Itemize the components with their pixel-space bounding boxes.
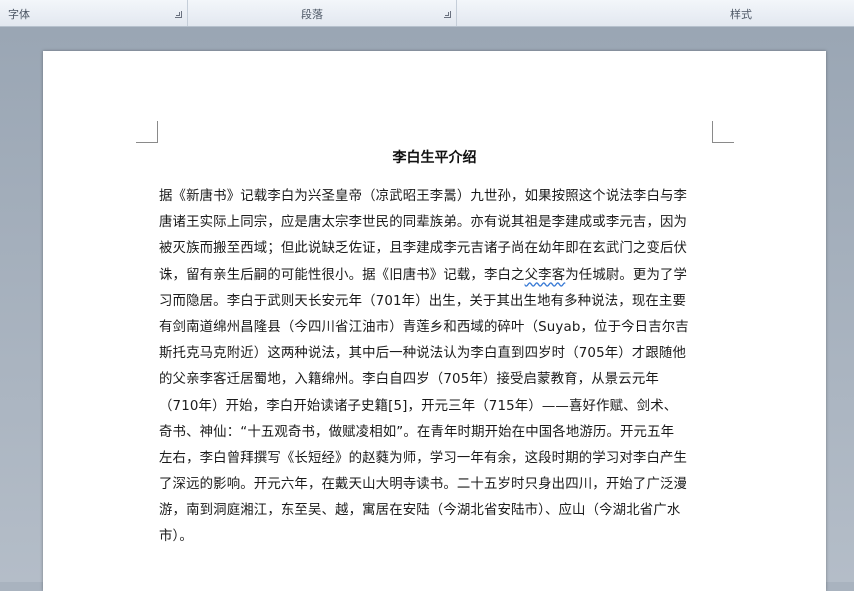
body-line[interactable]: 习而隐居。李白于武则天长安元年（701年）出生，关于其出生地有多种说法，现在主要 — [159, 289, 719, 315]
font-dialog-launcher-icon[interactable] — [175, 11, 182, 18]
ribbon-group-labels: 字体 段落 样式 — [0, 0, 854, 27]
body-line[interactable]: 奇书、神仙：“十五观奇书，做赋凌相如”。在青年时期开始在中国各地游历。开元五年 — [159, 420, 719, 446]
ribbon-group-paragraph: 段落 — [188, 0, 457, 26]
ribbon-group-paragraph-label: 段落 — [301, 8, 323, 21]
body-line-segment[interactable]: 诛，留有亲生后嗣的可能性很小。据《旧唐书》记载，李白之 — [159, 268, 525, 283]
grammar-flagged-phrase[interactable]: 父李客 — [525, 268, 566, 283]
body-line[interactable]: 了深远的影响。开元六年，在戴天山大明寺读书。二十五岁时只身出四川，开始了广泛漫 — [159, 472, 719, 498]
body-line[interactable]: （710年）开始，李白开始读诸子史籍[5]，开元三年（715年）——喜好作赋、剑… — [159, 394, 719, 420]
body-line-segment[interactable]: 为任城尉。更为了学 — [565, 268, 687, 283]
ribbon-group-styles-label: 样式 — [730, 8, 752, 21]
body-line[interactable]: 据《新唐书》记载李白为兴圣皇帝（凉武昭王李暠）九世孙，如果按照这个说法李白与李 — [159, 184, 719, 210]
body-line[interactable]: 斯托克马克附近）这两种说法，其中后一种说法认为李白直到四岁时（705年）才跟随他 — [159, 341, 719, 367]
ribbon-group-font: 字体 — [0, 0, 188, 26]
paragraph-dialog-launcher-icon[interactable] — [444, 11, 451, 18]
body-line[interactable]: 游，南到洞庭湘江，东至吴、越，寓居在安陆（今湖北省安陆市）、应山（今湖北省广水 — [159, 498, 719, 524]
document-workspace[interactable]: 李白生平介绍 据《新唐书》记载李白为兴圣皇帝（凉武昭王李暠）九世孙，如果按照这个… — [0, 27, 854, 591]
document-page[interactable]: 李白生平介绍 据《新唐书》记载李白为兴圣皇帝（凉武昭王李暠）九世孙，如果按照这个… — [43, 51, 826, 591]
document-body[interactable]: 据《新唐书》记载李白为兴圣皇帝（凉武昭王李暠）九世孙，如果按照这个说法李白与李 … — [159, 184, 719, 551]
body-line[interactable]: 唐诸王实际上同宗，应是唐太宗李世民的同辈族弟。亦有说其祖是李建成或李元吉，因为 — [159, 210, 719, 236]
margin-corner-mark-top-right — [712, 121, 734, 143]
body-line[interactable]: 有剑南道绵州昌隆县（今四川省江油市）青莲乡和西域的碎叶（Suyab，位于今日吉尔… — [159, 315, 719, 341]
ribbon-group-styles: 样式 — [457, 0, 854, 26]
ribbon-group-font-label: 字体 — [8, 8, 30, 21]
body-line[interactable]: 诛，留有亲生后嗣的可能性很小。据《旧唐书》记载，李白之父李客为任城尉。更为了学 — [159, 263, 719, 289]
body-line[interactable]: 被灭族而搬至西域；但此说缺乏佐证，且李建成李元吉诸子尚在幼年即在玄武门之变后伏 — [159, 236, 719, 262]
body-line[interactable]: 市）。 — [159, 524, 719, 550]
document-title[interactable]: 李白生平介绍 — [43, 148, 826, 168]
body-line[interactable]: 左右，李白曾拜撰写《长短经》的赵蕤为师，学习一年有余，这段时期的学习对李白产生 — [159, 446, 719, 472]
margin-corner-mark-top-left — [136, 121, 158, 143]
body-line[interactable]: 的父亲李客迁居蜀地，入籍绵州。李白自四岁（705年）接受启蒙教育，从景云元年 — [159, 367, 719, 393]
